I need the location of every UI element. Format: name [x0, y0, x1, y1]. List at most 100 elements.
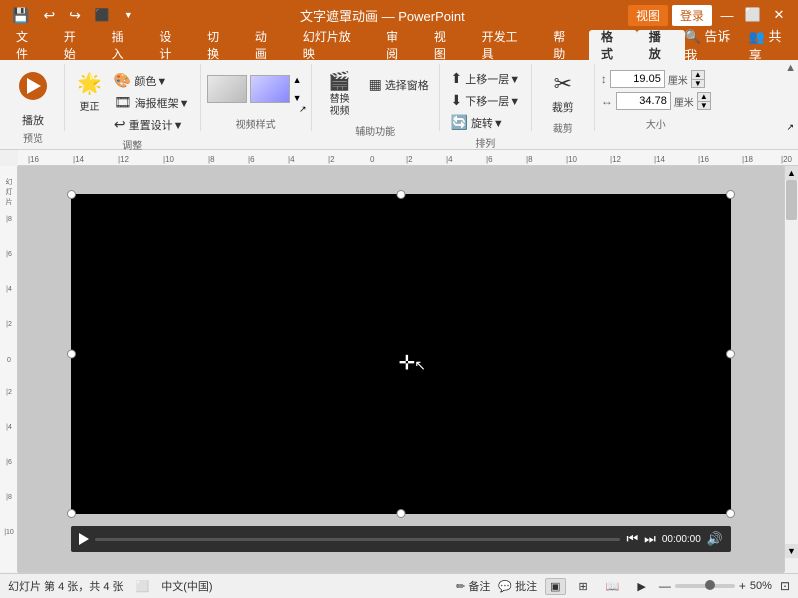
slideshow-view-button[interactable]: ▶	[632, 578, 650, 595]
handle-bc[interactable]	[397, 509, 406, 518]
svg-text:|18: |18	[742, 155, 754, 164]
width-input[interactable]	[616, 92, 671, 110]
redo-icon[interactable]: ↪	[65, 5, 85, 26]
tab-playback[interactable]: 播放	[637, 30, 685, 60]
share-button[interactable]: 👥 共享	[749, 26, 794, 64]
svg-text:0: 0	[7, 357, 11, 364]
bring-forward-button[interactable]: ⬆ 上移一层▼	[447, 68, 525, 89]
tab-format[interactable]: 格式	[589, 30, 637, 60]
tab-animations[interactable]: 动画	[243, 30, 291, 60]
tab-bar: 文件 开始 插入 设计 切换 动画 幻灯片放映 审阅 视图 开发工具 帮助 格式…	[0, 30, 798, 60]
zoom-level[interactable]: 50%	[750, 580, 772, 592]
comments-button[interactable]: 💬 批注	[498, 578, 537, 594]
quick-access-icon[interactable]: ⬛	[91, 6, 114, 24]
save-icon[interactable]: 💾	[8, 5, 33, 26]
close-button[interactable]: ✕	[768, 4, 790, 26]
svg-text:|14: |14	[73, 155, 85, 164]
notes-button[interactable]: ✏ 备注	[456, 578, 490, 594]
video-progress-bar[interactable]	[95, 538, 620, 541]
zoom-thumb[interactable]	[705, 580, 715, 590]
handle-tl[interactable]	[67, 190, 76, 199]
height-down[interactable]: ▼	[691, 79, 705, 88]
qa-dropdown[interactable]: ▼	[120, 8, 137, 22]
scrollbar-right-thumb[interactable]	[786, 180, 797, 220]
tab-design[interactable]: 设计	[147, 30, 195, 60]
video-style-2[interactable]	[250, 75, 290, 103]
width-down[interactable]: ▼	[697, 101, 711, 110]
handle-ml[interactable]	[67, 350, 76, 359]
normal-view-button[interactable]: ▣	[545, 578, 565, 595]
poster-frame-button[interactable]: 🎞 海报框架▼	[110, 92, 194, 113]
svg-text:|8: |8	[6, 216, 12, 223]
svg-text:|6: |6	[248, 155, 255, 164]
rotate-button[interactable]: 🔄 旋转▼	[447, 112, 508, 133]
svg-text:幻: 幻	[6, 177, 13, 186]
tab-insert[interactable]: 插入	[100, 30, 148, 60]
tab-slideshow[interactable]: 幻灯片放映	[291, 30, 374, 60]
scrollbar-right[interactable]: ▲ ▼	[784, 166, 798, 572]
tab-review[interactable]: 审阅	[374, 30, 422, 60]
width-spinner[interactable]: ▲ ▼	[697, 92, 711, 110]
ribbon-group-adjust: 🌟 更正 🎨 颜色▼ 🎞 海报框架▼ ↩ 重置设计▼	[67, 64, 201, 131]
width-up[interactable]: ▲	[697, 92, 711, 101]
title-bar: 💾 ↩ ↪ ⬛ ▼ 文字遮罩动画 — PowerPoint 视图 登录 — ⬜ …	[0, 0, 798, 30]
video-style-expand[interactable]: ↗	[299, 104, 307, 115]
video-seek-forward-button[interactable]: ⏭	[644, 531, 656, 547]
video-style-scroll[interactable]: ▲ ▼	[293, 75, 305, 103]
svg-text:|8: |8	[208, 155, 215, 164]
minimize-button[interactable]: —	[716, 4, 738, 26]
video-play-button[interactable]	[79, 533, 89, 545]
video-seek-back-button[interactable]: ⏮	[626, 531, 638, 547]
scroll-up-button[interactable]: ▲	[785, 166, 798, 180]
view-tab-btn[interactable]: 视图	[628, 5, 668, 26]
help-search-icon[interactable]: 🔍 告诉我	[685, 26, 743, 64]
handle-bl[interactable]	[67, 509, 76, 518]
tab-file[interactable]: 文件	[4, 30, 52, 60]
svg-text:|2: |2	[6, 389, 12, 396]
play-preview-button[interactable]	[8, 64, 58, 108]
ribbon-group-video-style: ▲ ▼ 视频样式 ↗	[203, 64, 312, 131]
reset-design-button[interactable]: ↩ 重置设计▼	[110, 114, 194, 135]
accessibility-check-icon[interactable]: ⬜	[136, 580, 150, 593]
correct-button[interactable]: 🌟 更正	[71, 68, 108, 116]
handle-tr[interactable]	[726, 190, 735, 199]
fit-to-window-button[interactable]: ⊡	[780, 579, 790, 593]
svg-text:0: 0	[370, 155, 375, 164]
slide-sorter-button[interactable]: ⊞	[574, 578, 593, 595]
video-style-1[interactable]	[207, 75, 247, 103]
tab-view[interactable]: 视图	[422, 30, 470, 60]
zoom-in-button[interactable]: +	[739, 579, 746, 593]
ribbon-group-crop: ✂ 裁剪 裁剪	[534, 64, 595, 131]
ribbon-collapse-button[interactable]: ▲	[785, 62, 796, 74]
select-pane-button[interactable]: ▦ 选择窗格	[365, 74, 433, 95]
zoom-out-button[interactable]: —	[659, 579, 671, 593]
language-indicator[interactable]: 中文(中国)	[161, 578, 212, 594]
handle-tc[interactable]	[397, 190, 406, 199]
svg-text:|4: |4	[6, 286, 12, 293]
video-element[interactable]: ✛ ↖	[71, 194, 731, 514]
scroll-down-button[interactable]: ▼	[785, 544, 798, 558]
tab-transitions[interactable]: 切换	[195, 30, 243, 60]
reading-view-button[interactable]: 📖	[601, 578, 625, 595]
restore-button[interactable]: ⬜	[742, 4, 764, 26]
video-volume-button[interactable]: 🔊	[707, 531, 723, 547]
height-input[interactable]	[610, 70, 665, 88]
replace-video-button[interactable]: 🎬 替换视频	[318, 68, 362, 121]
svg-text:|16: |16	[28, 155, 40, 164]
send-backward-button[interactable]: ⬇ 下移一层▼	[447, 90, 525, 111]
video-controls-bar: ⏮ ⏭ 00:00:00 🔊	[71, 526, 731, 552]
tab-home[interactable]: 开始	[52, 30, 100, 60]
handle-mr[interactable]	[726, 350, 735, 359]
tab-developer[interactable]: 开发工具	[470, 30, 542, 60]
height-up[interactable]: ▲	[691, 70, 705, 79]
tab-help[interactable]: 帮助	[541, 30, 589, 60]
slide-view[interactable]: ✛ ↖	[18, 166, 784, 572]
login-button[interactable]: 登录	[672, 5, 712, 26]
zoom-slider[interactable]	[675, 584, 735, 588]
size-expand[interactable]: ↗	[786, 122, 794, 133]
undo-icon[interactable]: ↩	[39, 5, 59, 26]
color-button[interactable]: 🎨 颜色▼	[110, 70, 194, 91]
crop-button[interactable]: ✂ 裁剪	[538, 68, 588, 118]
handle-br[interactable]	[726, 509, 735, 518]
height-spinner[interactable]: ▲ ▼	[691, 70, 705, 88]
